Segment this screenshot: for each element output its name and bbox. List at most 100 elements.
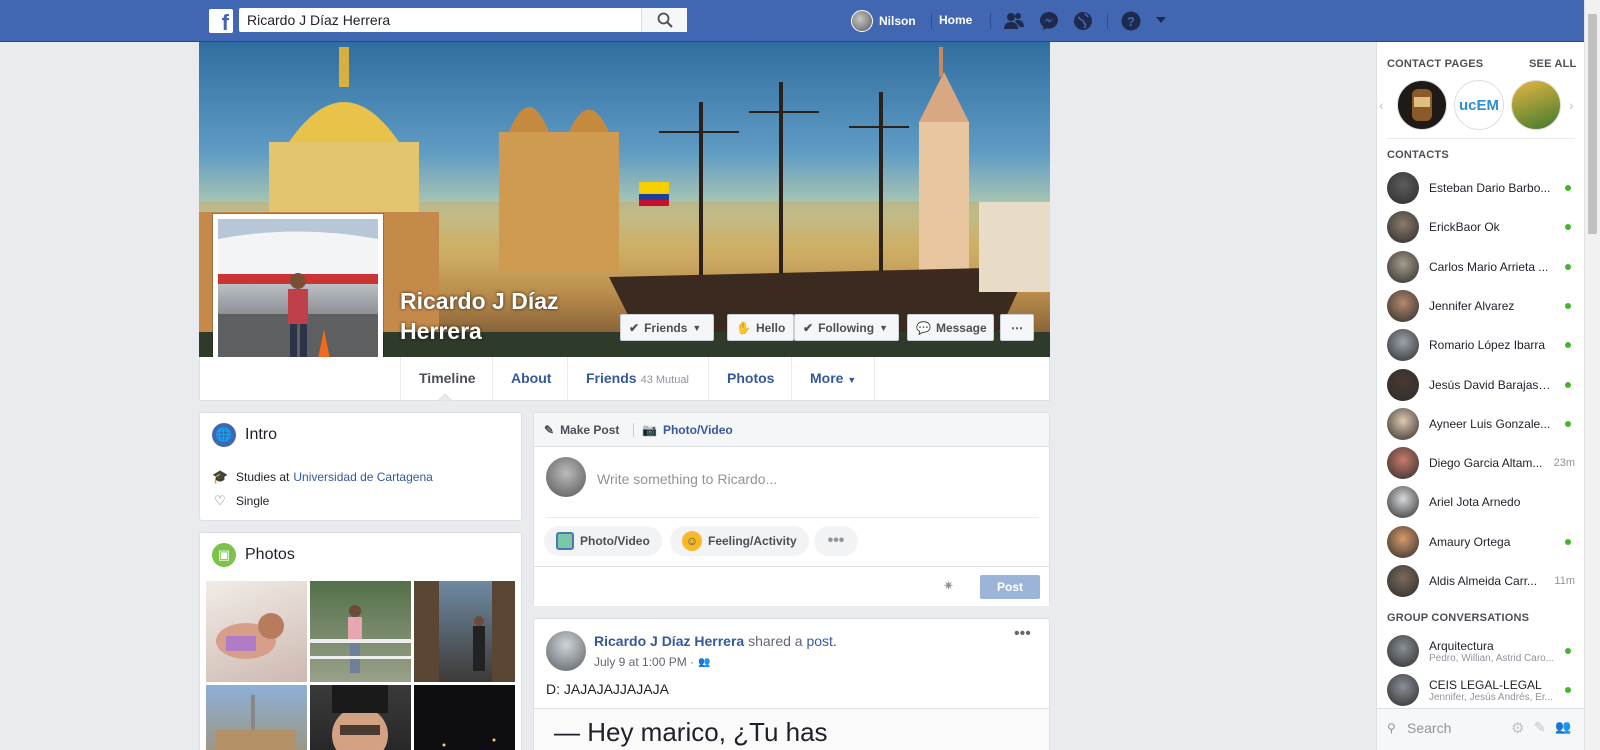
contact-item[interactable]: Jesús David Barajas ... xyxy=(1377,365,1585,405)
camera-icon: 📷 xyxy=(642,423,657,437)
contact-item[interactable]: Romario López Ibarra xyxy=(1377,325,1585,365)
shared-post-link[interactable]: post. xyxy=(806,633,836,649)
settings-gear-icon[interactable]: ✷ xyxy=(943,578,954,594)
notifications-globe-icon[interactable] xyxy=(1073,11,1093,31)
globe-icon: 🌐 xyxy=(212,423,236,447)
avatar xyxy=(1387,211,1419,244)
shared-content[interactable]: — Hey marico, ¿Tu has xyxy=(534,708,1049,750)
feeling-activity-label: Feeling/Activity xyxy=(708,534,797,548)
contact-page-avatar[interactable] xyxy=(1511,80,1561,130)
photo-thumbnail[interactable] xyxy=(206,685,307,750)
hello-wave-button[interactable]: ✋ Hello xyxy=(727,314,794,341)
photo-thumbnail[interactable] xyxy=(310,685,411,750)
photo-icon xyxy=(556,532,574,550)
more-options-button[interactable]: ⋯ xyxy=(1000,314,1034,341)
create-group-icon[interactable]: 👥 xyxy=(1555,719,1571,735)
help-icon[interactable]: ? xyxy=(1121,11,1141,31)
avatar xyxy=(1387,250,1419,283)
shared-content-text: — Hey marico, ¿Tu has xyxy=(554,717,828,747)
intro-title: 🌐 Intro xyxy=(212,423,277,447)
post-text: D: JAJAJAJJAJAJA xyxy=(546,681,669,697)
divider xyxy=(546,517,1039,518)
new-message-icon[interactable]: ✎ xyxy=(1534,719,1546,736)
friend-requests-icon[interactable] xyxy=(1004,11,1024,31)
make-post-label: Make Post xyxy=(560,423,620,437)
home-link[interactable]: Home xyxy=(939,13,972,27)
feeling-activity-button[interactable]: ☺ Feeling/Activity xyxy=(670,526,809,556)
group-text: CEIS LEGAL-LEGAL Jennifer, Jesús Andrés, … xyxy=(1429,678,1555,703)
group-conversation-item[interactable]: CEIS LEGAL-LEGAL Jennifer, Jesús Andrés, … xyxy=(1377,670,1585,710)
chat-search-input[interactable]: Search xyxy=(1407,720,1451,736)
photo-thumbnail[interactable] xyxy=(206,581,307,682)
photo-night xyxy=(442,738,496,747)
see-all-link[interactable]: SEE ALL xyxy=(1529,58,1576,70)
chevron-left-icon[interactable]: ‹ xyxy=(1379,97,1384,113)
post-author-link[interactable]: Ricardo J Díaz Herrera xyxy=(594,633,744,649)
options-gear-icon[interactable]: ⚙ xyxy=(1511,719,1524,737)
avatar[interactable] xyxy=(546,631,586,671)
scrollbar-thumb[interactable] xyxy=(1588,14,1597,234)
contact-item[interactable]: Carlos Mario Arrieta ... xyxy=(1377,247,1585,287)
checkmark-icon: ✔ xyxy=(629,320,640,335)
wave-icon: ✋ xyxy=(736,320,751,335)
contact-page-avatar[interactable] xyxy=(1397,80,1447,130)
photos-title[interactable]: ▣ Photos xyxy=(212,543,295,567)
contact-item[interactable]: Esteban Dario Barbo... xyxy=(1377,168,1585,208)
messenger-icon[interactable] xyxy=(1039,11,1059,31)
photos-card: ▣ Photos xyxy=(199,532,522,750)
profile-photo-image xyxy=(218,219,378,379)
profile-nav-link[interactable]: Nilson xyxy=(851,10,916,32)
following-button[interactable]: ✔ Following ▼ xyxy=(794,314,899,341)
contact-item[interactable]: Aldis Almeida Carr... 11m xyxy=(1377,561,1585,601)
intro-title-text: Intro xyxy=(245,426,278,443)
checkmark-icon: ✔ xyxy=(803,320,814,335)
tab-about[interactable]: About xyxy=(492,357,569,400)
chevron-down-icon[interactable] xyxy=(1155,14,1167,26)
university-link[interactable]: Universidad de Cartagena xyxy=(293,470,432,484)
post-text-input[interactable]: Write something to Ricardo... xyxy=(597,471,777,487)
contact-item[interactable]: Amaury Ortega xyxy=(1377,522,1585,562)
contact-item[interactable]: Ayneer Luis Gonzale... xyxy=(1377,404,1585,444)
chevron-down-icon: ▼ xyxy=(879,322,888,333)
contact-item[interactable]: Diego Garcia Altam... 23m xyxy=(1377,443,1585,483)
post-options-icon[interactable]: ••• xyxy=(1014,625,1031,643)
facebook-logo-icon[interactable]: f xyxy=(209,9,233,33)
nav-divider xyxy=(931,13,932,29)
tab-friends[interactable]: Friends 43 Mutual xyxy=(567,357,707,400)
photo-video-tab[interactable]: 📷 Photo/Video xyxy=(642,413,733,447)
post-timestamp[interactable]: July 9 at 1:00 PM · xyxy=(594,655,694,669)
photos-title-text: Photos xyxy=(245,546,295,563)
photo-man-railing xyxy=(310,605,411,673)
online-status-dot xyxy=(1565,224,1571,231)
chevron-down-icon: ▼ xyxy=(847,375,857,385)
search-input[interactable]: Ricardo J Díaz Herrera xyxy=(239,8,687,32)
graduation-cap-icon: 🎓 xyxy=(212,469,229,484)
profile-tab-bar: Timeline About Friends 43 Mutual Photos M… xyxy=(199,357,1050,401)
messenger-icon: 💬 xyxy=(916,320,931,335)
make-post-tab[interactable]: ✎ Make Post xyxy=(544,413,619,447)
photo-video-button[interactable]: Photo/Video xyxy=(544,526,662,556)
contact-item[interactable]: ErickBaor Ok xyxy=(1377,207,1585,247)
chevron-right-icon[interactable]: › xyxy=(1569,97,1574,113)
friends-audience-icon[interactable]: 👥 xyxy=(698,657,710,668)
more-composer-options-button[interactable]: ••• xyxy=(814,526,858,556)
composer-footer xyxy=(534,566,1049,606)
photo-thumbnail[interactable] xyxy=(414,581,515,682)
contact-item[interactable]: Ariel Jota Arnedo xyxy=(1377,482,1585,522)
friends-button[interactable]: ✔ Friends ▼ xyxy=(620,314,714,341)
photo-thumbnail[interactable] xyxy=(414,685,515,750)
search-button[interactable] xyxy=(641,8,687,32)
tab-more[interactable]: More ▼ xyxy=(791,357,876,400)
post-button[interactable]: Post xyxy=(980,575,1040,599)
tab-photos[interactable]: Photos xyxy=(708,357,792,400)
contact-item[interactable]: Jennifer Alvarez xyxy=(1377,286,1585,326)
group-conversation-item[interactable]: Arquitectura Pedro, Willian, Astrid Caro.… xyxy=(1377,631,1585,671)
message-button[interactable]: 💬 Message xyxy=(907,314,994,341)
profile-name[interactable]: Ricardo J Díaz Herrera xyxy=(400,286,610,346)
contact-name: Diego Garcia Altam... xyxy=(1429,456,1543,471)
group-name: CEIS LEGAL-LEGAL xyxy=(1429,677,1542,692)
contact-page-avatar[interactable]: ucEM xyxy=(1454,80,1504,130)
group-conversations-heading: GROUP CONVERSATIONS xyxy=(1387,612,1530,624)
group-members: Pedro, Willian, Astrid Caro... xyxy=(1429,652,1555,664)
photo-thumbnail[interactable] xyxy=(310,581,411,682)
